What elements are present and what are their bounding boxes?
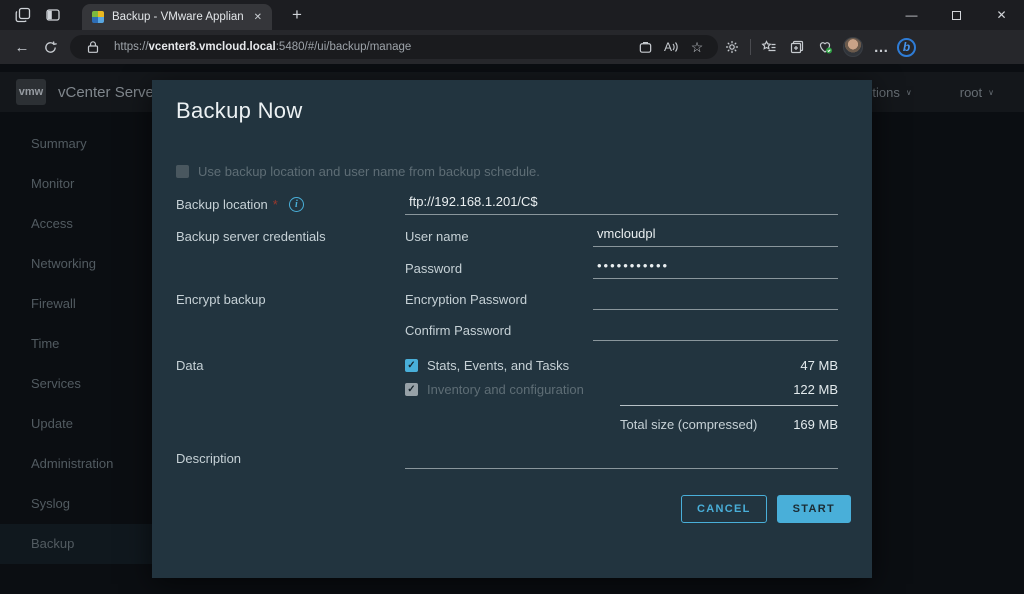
vmware-logo: vmw (16, 79, 46, 105)
username-input[interactable]: vmcloudpl (593, 226, 838, 247)
encryption-password-input[interactable] (593, 289, 838, 310)
inventory-label: Inventory and configuration (427, 382, 584, 397)
total-size-label: Total size (compressed) (620, 417, 757, 432)
sidebar-item-administration[interactable]: Administration (0, 444, 152, 484)
password-label: Password (405, 261, 593, 276)
user-dropdown[interactable]: root ∨ (960, 85, 994, 100)
sidebar-item-monitor[interactable]: Monitor (0, 164, 152, 204)
use-schedule-checkbox[interactable] (176, 165, 189, 178)
lock-icon (80, 35, 106, 59)
profile-avatar[interactable] (843, 37, 863, 57)
total-divider (620, 405, 838, 406)
required-asterisk: * (273, 197, 278, 212)
stats-size: 47 MB (800, 358, 838, 373)
window-controls: — ✕ (889, 0, 1024, 30)
encrypt-section-label: Encrypt backup (176, 292, 266, 307)
info-icon[interactable]: i (289, 197, 304, 212)
collections-icon[interactable] (783, 33, 811, 61)
stats-label: Stats, Events, and Tasks (427, 358, 569, 373)
sidebar-item-access[interactable]: Access (0, 204, 152, 244)
description-input[interactable] (405, 448, 838, 469)
settings-menu-icon[interactable]: … (867, 33, 895, 61)
backup-location-label: Backup location (176, 197, 268, 212)
maximize-button[interactable] (934, 0, 979, 30)
data-section-label: Data (176, 358, 203, 373)
chevron-down-icon: ∨ (906, 88, 912, 97)
tab-actions-icon[interactable] (38, 0, 68, 30)
product-title: vCenter Server (58, 84, 159, 101)
read-aloud-icon[interactable]: A (658, 35, 684, 59)
inventory-checkbox[interactable]: ✓ (405, 383, 418, 396)
backup-now-modal: Backup Now Use backup location and user … (152, 80, 872, 578)
browser-tab[interactable]: Backup - VMware Appliance Man ✕ (82, 4, 272, 30)
toolbar-divider (750, 39, 751, 55)
sidebar-item-summary[interactable]: Summary (0, 124, 152, 164)
start-button[interactable]: START (777, 495, 851, 523)
minimize-button[interactable]: — (889, 0, 934, 30)
backup-location-input[interactable]: ftp://192.168.1.201/C$ (405, 194, 838, 215)
url-host: vcenter8.vmcloud.local (149, 41, 276, 53)
browser-essentials-icon[interactable] (811, 33, 839, 61)
tab-close-icon[interactable]: ✕ (252, 10, 264, 25)
split-screen-icon[interactable] (632, 35, 658, 59)
url-scheme: https:// (114, 41, 149, 53)
description-label: Description (176, 451, 241, 466)
extensions-icon[interactable] (718, 33, 746, 61)
copilot-icon[interactable]: b (897, 38, 916, 57)
browser-window: Backup - VMware Appliance Man ✕ + — ✕ ← (0, 0, 1024, 594)
address-bar[interactable]: https://vcenter8.vmcloud.local:5480/#/ui… (70, 35, 718, 59)
sidebar-item-services[interactable]: Services (0, 364, 152, 404)
browser-toolbar: ← https://vcenter8.vmcloud.local:5480/#/… (0, 30, 1024, 64)
confirm-password-input[interactable] (593, 320, 838, 341)
new-tab-button[interactable]: + (284, 0, 310, 30)
favorites-list-icon[interactable] (755, 33, 783, 61)
modal-title: Backup Now (176, 98, 838, 124)
url-text: https://vcenter8.vmcloud.local:5480/#/ui… (114, 41, 632, 53)
stats-checkbox[interactable]: ✓ (405, 359, 418, 372)
total-size-value: 169 MB (793, 417, 838, 432)
sidebar-item-firewall[interactable]: Firewall (0, 284, 152, 324)
confirm-password-label: Confirm Password (405, 323, 593, 338)
encryption-password-label: Encryption Password (405, 292, 593, 307)
password-input[interactable]: ••••••••••• (593, 258, 838, 279)
chevron-down-icon: ∨ (988, 88, 994, 97)
workspaces-icon[interactable] (8, 0, 38, 30)
cancel-button[interactable]: CANCEL (681, 495, 767, 523)
vcenter-app: vmw vCenter Server Actions ∨ root ∨ Summ… (0, 64, 1024, 594)
refresh-icon[interactable] (36, 33, 64, 61)
back-icon[interactable]: ← (8, 33, 36, 61)
sidebar-item-syslog[interactable]: Syslog (0, 484, 152, 524)
use-schedule-label: Use backup location and user name from b… (198, 164, 540, 179)
close-button[interactable]: ✕ (979, 0, 1024, 30)
url-path: :5480/#/ui/backup/manage (276, 41, 412, 53)
tab-favicon-icon (92, 11, 104, 23)
credentials-section-label: Backup server credentials (176, 229, 326, 244)
sidebar-item-update[interactable]: Update (0, 404, 152, 444)
sidebar-item-networking[interactable]: Networking (0, 244, 152, 284)
sidebar-item-time[interactable]: Time (0, 324, 152, 364)
sidebar-nav: Summary Monitor Access Networking Firewa… (0, 124, 152, 564)
sidebar-item-backup[interactable]: Backup (0, 524, 152, 564)
tab-strip: Backup - VMware Appliance Man ✕ + — ✕ (0, 0, 1024, 30)
username-label: User name (405, 229, 593, 244)
favorite-star-icon[interactable]: ☆ (684, 35, 710, 59)
inventory-size: 122 MB (793, 382, 838, 397)
tab-title: Backup - VMware Appliance Man (112, 11, 244, 23)
